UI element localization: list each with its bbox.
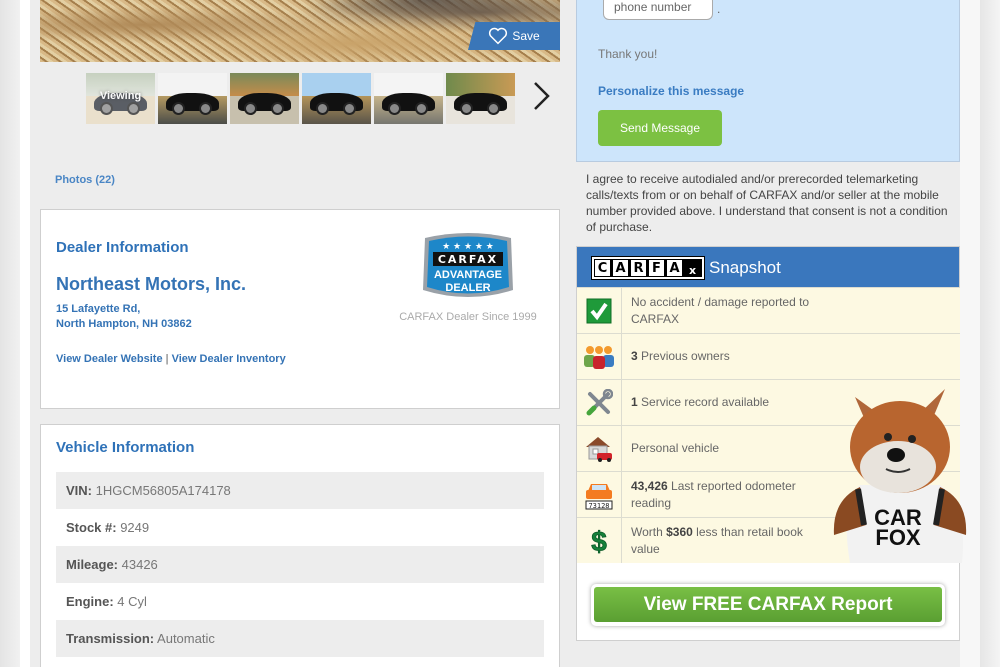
- thumbnail[interactable]: [302, 73, 371, 124]
- right-margin: [960, 0, 980, 667]
- odometer-digits: 73128: [588, 502, 609, 510]
- consent-disclaimer: I agree to receive autodialed and/or pre…: [586, 172, 948, 234]
- snapshot-text: 43,426 Last reported odometer reading: [631, 472, 831, 517]
- view-dealer-website-link[interactable]: View Dealer Website: [56, 353, 163, 365]
- snapshot-bold: 1: [631, 395, 638, 409]
- row-label: Mileage:: [66, 557, 119, 572]
- snapshot-bold: 3: [631, 349, 638, 363]
- badge-line-2: DEALER: [445, 282, 490, 294]
- logo-letter: C: [594, 259, 611, 277]
- save-label: Save: [512, 29, 540, 43]
- svg-text:★ ★ ★ ★ ★: ★ ★ ★ ★ ★: [442, 242, 494, 252]
- house-car-icon: [586, 436, 612, 462]
- snapshot-rest: Service record available: [637, 395, 770, 409]
- row-label: Stock #:: [66, 520, 117, 535]
- vehicle-info-card: Vehicle Information VIN: 1HGCM56805A1741…: [40, 424, 560, 667]
- personalize-message-link[interactable]: Personalize this message: [598, 84, 744, 98]
- checkmark-icon: [586, 298, 612, 323]
- row-label: Transmission:: [66, 631, 155, 646]
- next-arrow-icon[interactable]: [531, 80, 551, 112]
- phone-number-field[interactable]: phone number: [603, 0, 713, 20]
- logo-letter: A: [612, 259, 629, 277]
- thumbnail[interactable]: [158, 73, 227, 124]
- snapshot-header: C A R F A x Snapshot: [577, 247, 959, 287]
- vehicle-row-transmission: Transmission: Automatic: [56, 620, 544, 657]
- dealer-name: Northeast Motors, Inc.: [56, 274, 247, 294]
- photos-link[interactable]: Photos (22): [55, 174, 115, 186]
- row-label: Engine:: [66, 594, 114, 609]
- logo-letter: x: [684, 259, 701, 277]
- send-message-button[interactable]: Send Message: [598, 110, 722, 146]
- report-button-frame: View FREE CARFAX Report: [591, 584, 945, 626]
- row-value: 43426: [121, 557, 158, 572]
- vehicle-row-vin: VIN: 1HGCM56805A174178: [56, 472, 544, 509]
- dealer-section-title: Dealer Information: [56, 239, 189, 256]
- row-value: 9249: [120, 520, 150, 535]
- link-separator: |: [165, 353, 169, 365]
- save-button[interactable]: Save: [468, 22, 560, 50]
- dealer-info-card: Dealer Information Northeast Motors, Inc…: [40, 209, 560, 409]
- dealer-since-text: CARFAX Dealer Since 1999: [399, 311, 537, 323]
- address-line-1: 15 Lafayette Rd,: [56, 303, 141, 315]
- carfax-logo: C A R F A x: [591, 256, 705, 280]
- snapshot-bold: 43,426: [631, 478, 668, 493]
- thumbnail-strip: Viewing: [86, 73, 515, 124]
- view-dealer-inventory-link[interactable]: View Dealer Inventory: [172, 353, 286, 365]
- heart-icon: [489, 27, 508, 45]
- snapshot-rest: Previous owners: [637, 349, 730, 363]
- snapshot-text: Personal vehicle: [631, 441, 720, 455]
- logo-letter: A: [666, 259, 683, 277]
- row-value: Automatic: [157, 631, 215, 646]
- thank-you-text: Thank you!: [598, 47, 658, 61]
- thumbnail[interactable]: [230, 73, 299, 124]
- row-label: VIN:: [66, 483, 92, 498]
- period: .: [717, 2, 721, 16]
- row-value: 1HGCM56805A174178: [95, 483, 231, 498]
- tools-icon: [586, 388, 613, 415]
- car-shadow: [300, 0, 560, 20]
- vehicle-row-engine: Engine: 4 Cyl: [56, 583, 544, 620]
- owners-icon: [584, 345, 614, 369]
- scroll-gutter: [980, 0, 1000, 667]
- odometer-car-icon: 73128: [585, 483, 613, 510]
- svg-text:$: $: [591, 526, 607, 556]
- snapshot-bold: $360: [666, 524, 693, 539]
- thumbnail[interactable]: Viewing: [86, 73, 155, 124]
- thumbnail[interactable]: [374, 73, 443, 124]
- snapshot-row-accident: No accident / damage reported to CARFAX: [577, 287, 960, 333]
- dealer-address: 15 Lafayette Rd, North Hampton, NH 03862: [56, 302, 192, 332]
- dollar-icon: $: [591, 526, 608, 556]
- badge-line-1: ADVANTAGE: [434, 269, 502, 281]
- vehicle-section-title: Vehicle Information: [56, 439, 195, 456]
- carfox-mascot: CAR FOX: [833, 389, 967, 563]
- logo-letter: R: [630, 259, 647, 277]
- mascot-shirt-line-2: FOX: [875, 525, 921, 550]
- carfax-advantage-dealer-badge: ★ ★ ★ ★ ★ CARFAX ADVANTAGE DEALER: [423, 233, 513, 297]
- snapshot-row-owners: 3 Previous owners: [577, 333, 960, 379]
- vehicle-row-stock: Stock #: 9249: [56, 509, 544, 546]
- address-line-2: North Hampton, NH 03862: [56, 318, 192, 330]
- logo-letter: F: [648, 259, 665, 277]
- snapshot-pre: Worth: [631, 524, 667, 539]
- row-value: 4 Cyl: [117, 594, 147, 609]
- snapshot-text: 1 Service record available: [631, 380, 831, 425]
- snapshot-text: 3 Previous owners: [631, 334, 831, 379]
- snapshot-title: Snapshot: [709, 258, 781, 277]
- view-free-carfax-report-button[interactable]: View FREE CARFAX Report: [594, 587, 942, 622]
- snapshot-text: No accident / damage reported to CARFAX: [631, 294, 810, 326]
- vehicle-row-mileage: Mileage: 43426: [56, 546, 544, 583]
- snapshot-text: Worth $360 less than retail book value: [631, 518, 831, 563]
- thumbnail[interactable]: [446, 73, 515, 124]
- badge-brand: CARFAX: [438, 253, 498, 266]
- viewing-label: Viewing: [99, 90, 142, 102]
- contact-seller-panel: phone number . Thank you! Personalize th…: [576, 0, 960, 162]
- dealer-links: View Dealer Website | View Dealer Invent…: [56, 353, 286, 365]
